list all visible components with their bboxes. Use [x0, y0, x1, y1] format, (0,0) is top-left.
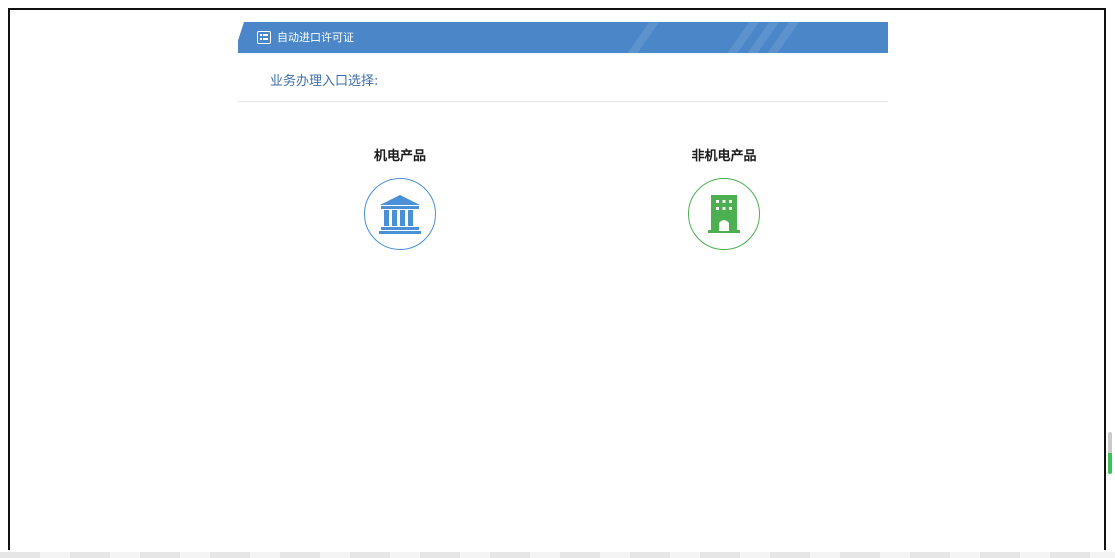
panel-title: 自动进口许可证 — [277, 31, 354, 44]
option-electromechanical-products[interactable]: 机电产品 — [340, 148, 460, 250]
panel-header: 自动进口许可证 — [238, 22, 888, 53]
entry-selection-label: 业务办理入口选择: — [270, 74, 379, 89]
window-frame — [8, 8, 1106, 550]
divider — [238, 101, 888, 102]
scrollbar-thumb[interactable] — [1108, 432, 1112, 474]
option-label: 机电产品 — [373, 149, 426, 164]
header-notch — [238, 22, 244, 53]
bank-building-icon — [379, 195, 421, 234]
checklist-icon — [257, 31, 271, 44]
option-icon-circle[interactable] — [688, 178, 760, 250]
option-non-electromechanical-products[interactable]: 非机电产品 — [664, 148, 784, 250]
option-icon-circle[interactable] — [364, 178, 436, 250]
option-label: 非机电产品 — [691, 149, 757, 164]
bottom-edge — [0, 552, 1115, 558]
header-decoration — [623, 22, 663, 53]
office-building-icon — [708, 195, 740, 233]
